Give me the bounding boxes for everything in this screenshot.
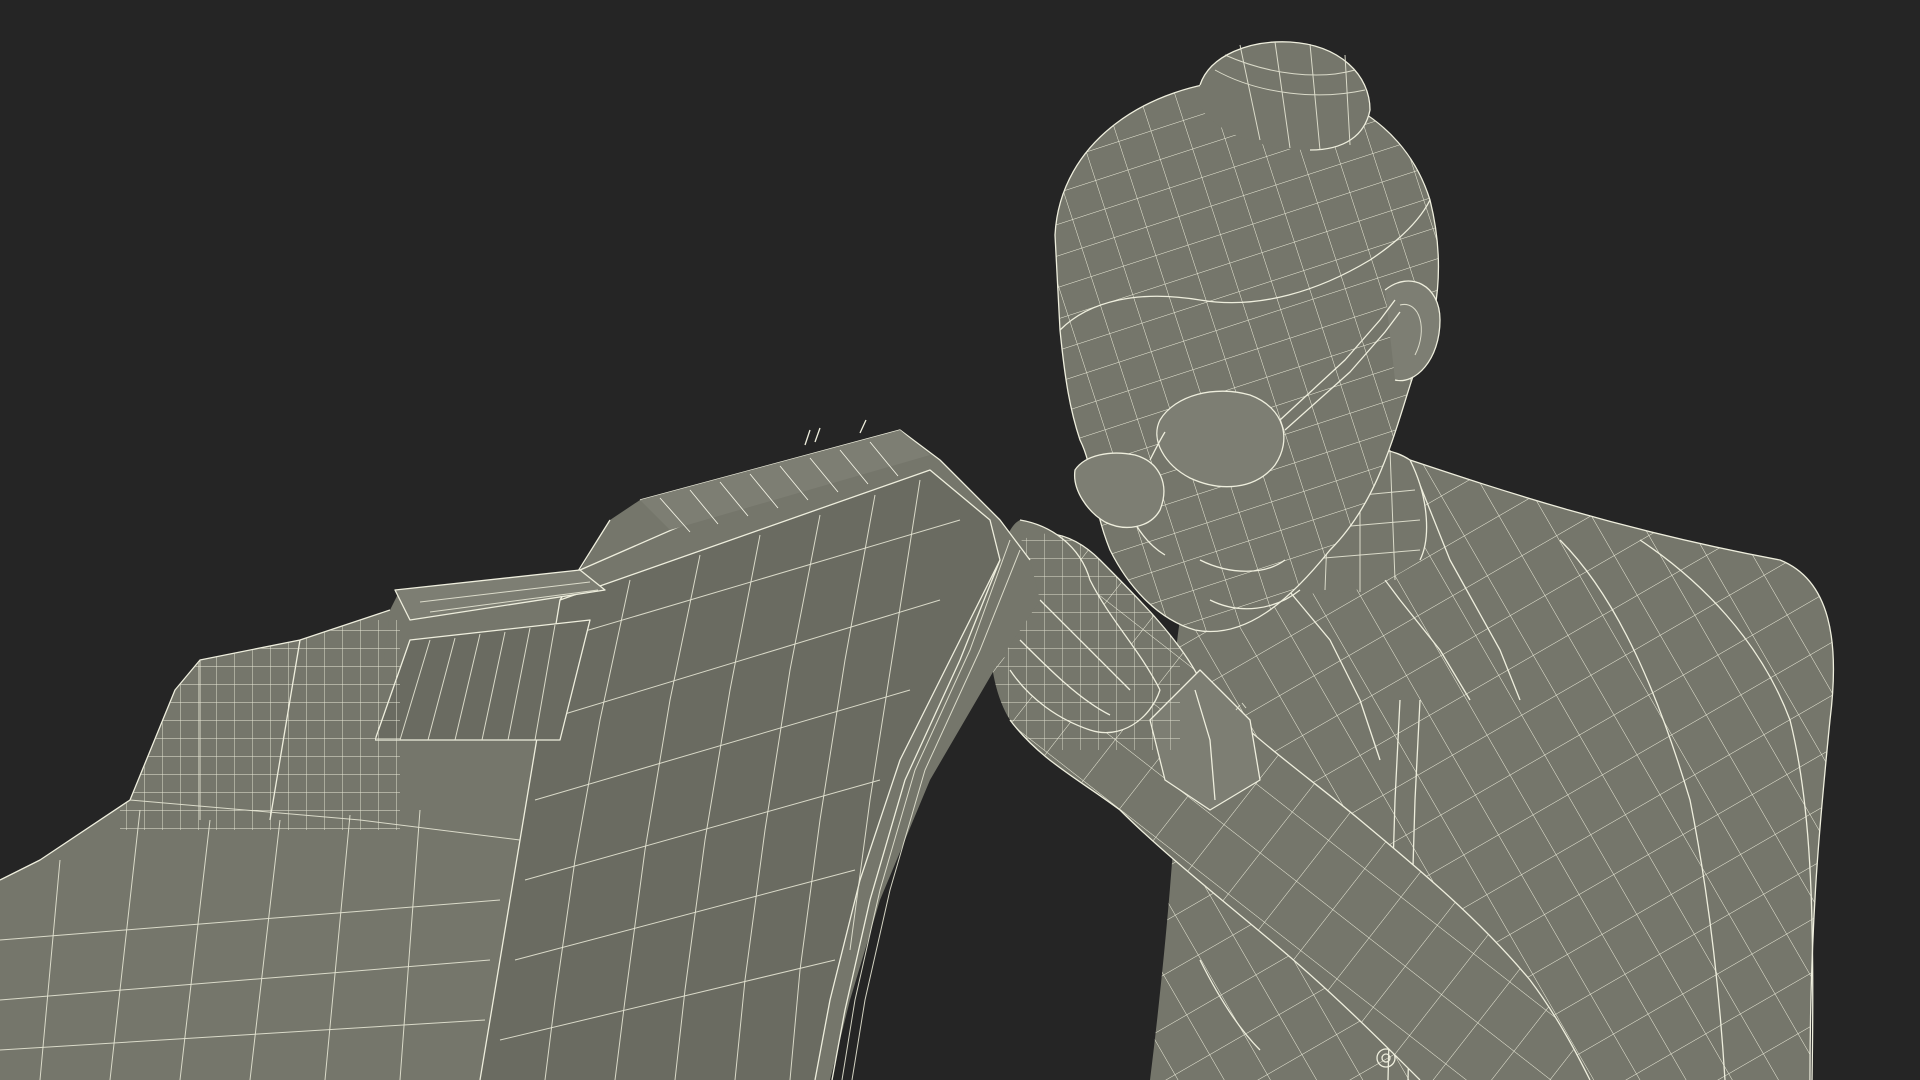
- woman-figure: [989, 41, 1835, 1080]
- register-left-housing: [120, 609, 400, 830]
- cash-register: [0, 419, 1040, 1080]
- render-viewport: [0, 0, 1920, 1080]
- wireframe-render: [0, 41, 1835, 1080]
